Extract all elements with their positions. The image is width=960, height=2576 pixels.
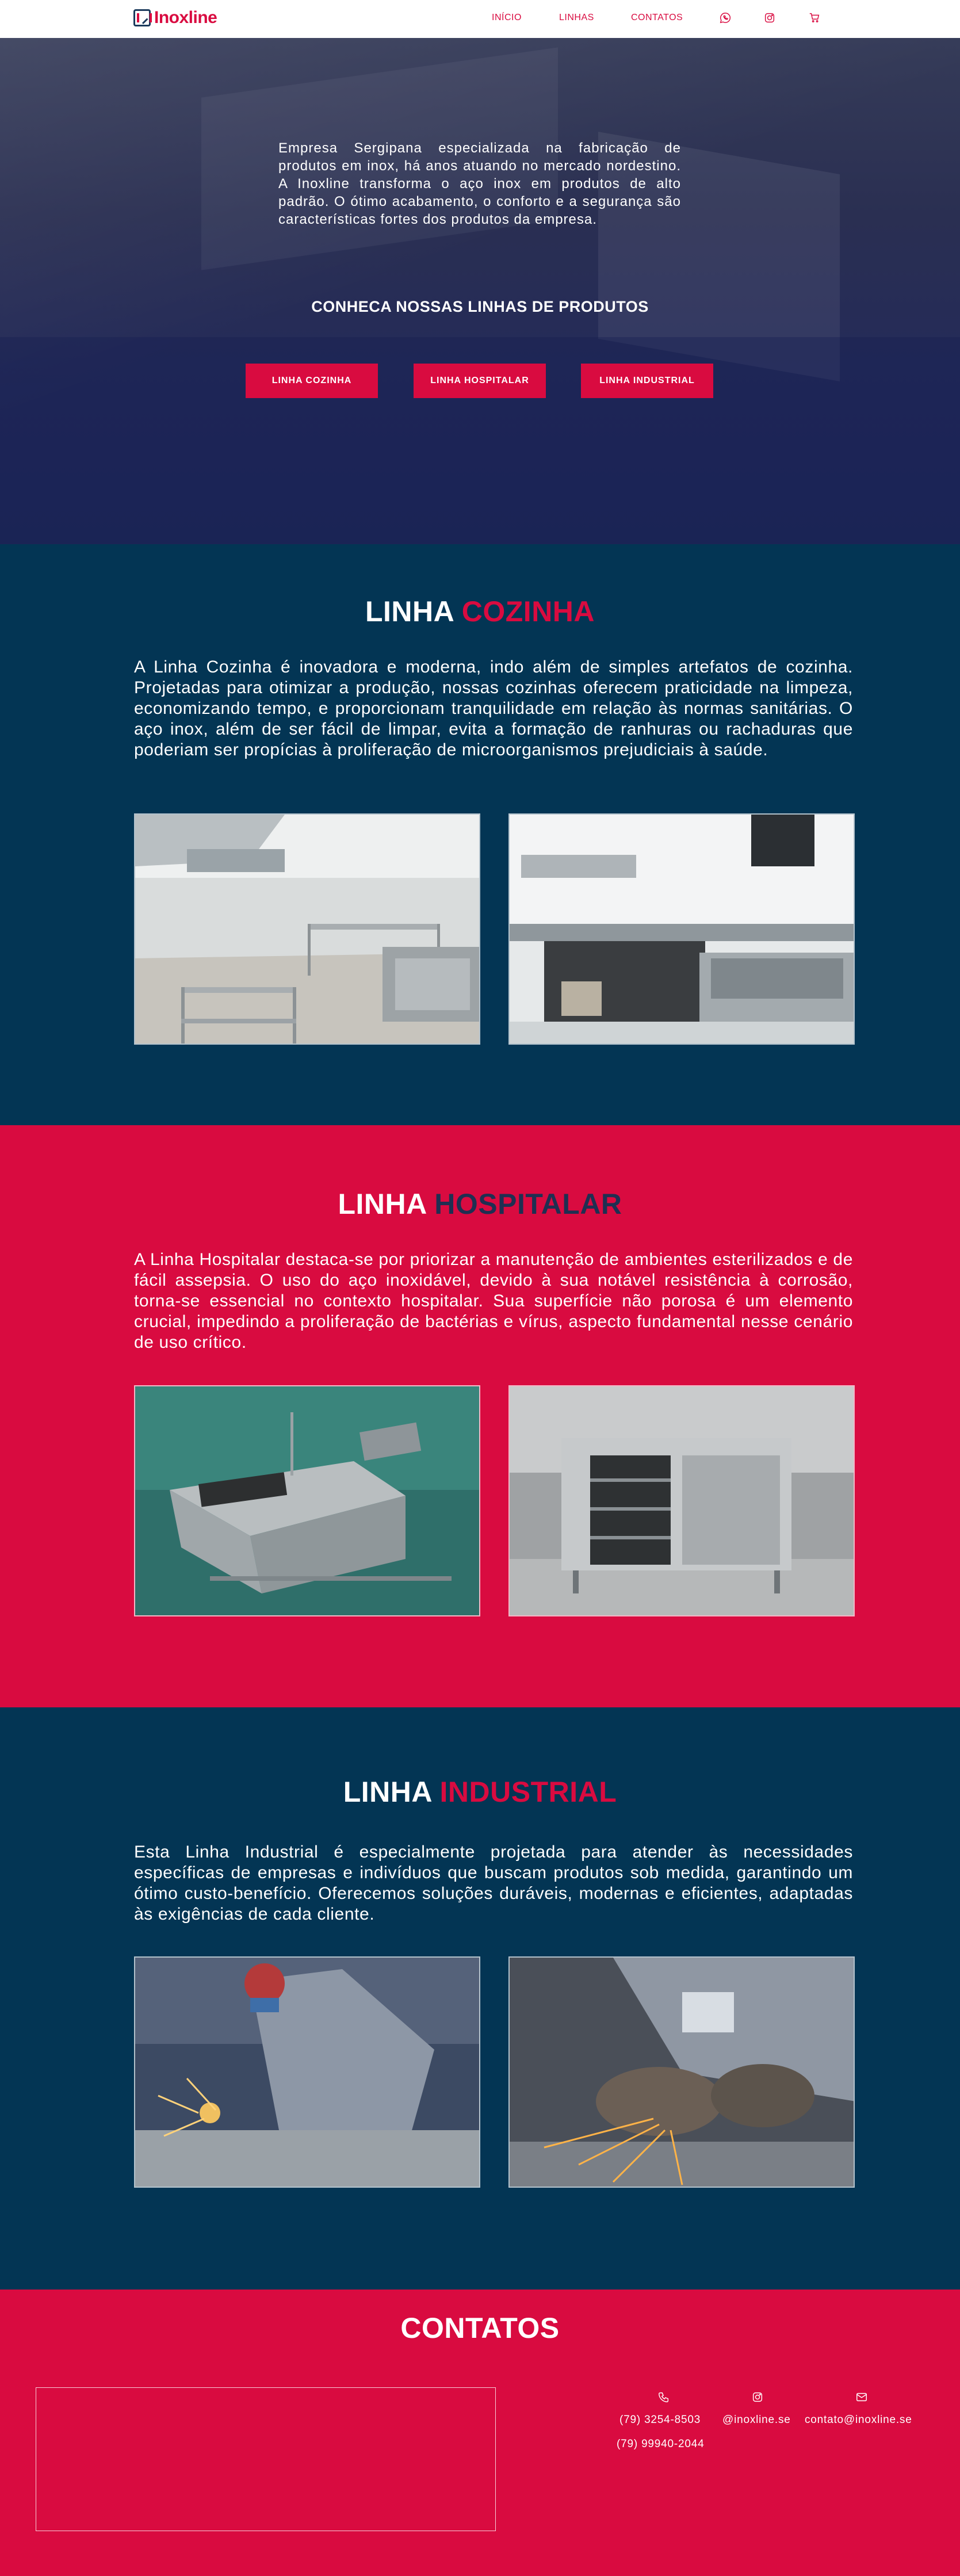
phone-1[interactable]: (79) 3254-8503 [619, 2414, 701, 2426]
nav-link-contatos[interactable]: CONTATOS [631, 13, 683, 23]
email-address[interactable]: contato@inoxline.se [805, 2414, 912, 2426]
linha-cozinha-button[interactable]: LINHA COZINHA [246, 364, 378, 398]
instagram-icon[interactable] [763, 12, 776, 24]
section-description: A Linha Hospitalar destaca-se por priori… [134, 1250, 853, 1352]
map-embed[interactable] [36, 2387, 496, 2531]
title-part-b: COZINHA [461, 595, 595, 628]
phone-icon [657, 2391, 670, 2403]
section-title: LINHA COZINHA [0, 595, 960, 628]
section-title: LINHA HOSPITALAR [0, 1187, 960, 1221]
title-part-b: HOSPITALAR [434, 1188, 622, 1220]
cart-icon[interactable] [808, 12, 821, 24]
section-description: A Linha Cozinha é inovadora e moderna, i… [134, 658, 853, 759]
brand-logo[interactable]: Inoxline [133, 8, 217, 28]
linha-industrial-button[interactable]: LINHA INDUSTRIAL [581, 364, 713, 398]
title-part-a: LINHA [338, 1188, 435, 1220]
linha-hospitalar-button[interactable]: LINHA HOSPITALAR [414, 364, 546, 398]
hero-subtitle: CONHECA NOSSAS LINHAS DE PRODUTOS [311, 298, 649, 315]
logo-mark-icon [133, 9, 152, 26]
section-contatos: CONTATOS (79) 3254-8503 @inoxline.se con… [0, 2290, 960, 2576]
contatos-title: CONTATOS [400, 2312, 560, 2344]
section-title: LINHA INDUSTRIAL [0, 1775, 960, 1809]
section-linha-hospitalar: LINHA HOSPITALAR A Linha Hospitalar dest… [0, 1125, 960, 1707]
industrial-photo-2 [508, 1956, 855, 2188]
hospital-photo-2 [508, 1385, 855, 1616]
kitchen-photo-1 [134, 813, 480, 1045]
nav-link-inicio[interactable]: INÍCIO [492, 13, 522, 23]
section-description: Esta Linha Industrial é especialmente pr… [134, 1843, 853, 1924]
industrial-photo-1 [134, 1956, 480, 2188]
title-part-a: LINHA [343, 1776, 440, 1808]
kitchen-photo-2 [508, 813, 855, 1045]
nav-link-linhas[interactable]: LINHAS [559, 13, 594, 23]
whatsapp-icon[interactable] [719, 12, 732, 24]
title-part-a: LINHA [365, 595, 462, 628]
mail-icon [855, 2391, 868, 2403]
section-linha-industrial: LINHA INDUSTRIAL Esta Linha Industrial é… [0, 1707, 960, 2290]
title-part-b: INDUSTRIAL [439, 1776, 617, 1808]
section-linha-cozinha: LINHA COZINHA A Linha Cozinha é inovador… [0, 544, 960, 1125]
hospital-photo-1 [134, 1385, 480, 1616]
instagram-handle[interactable]: @inoxline.se [722, 2414, 791, 2426]
instagram-icon [751, 2391, 764, 2403]
hero-description: Empresa Sergipana especializada na fabri… [278, 140, 681, 227]
top-navbar: Inoxline INÍCIO LINHAS CONTATOS [0, 0, 960, 38]
phone-2[interactable]: (79) 99940-2044 [617, 2438, 705, 2451]
brand-name: Inoxline [154, 8, 217, 27]
hero-banner: Empresa Sergipana especializada na fabri… [0, 38, 960, 544]
